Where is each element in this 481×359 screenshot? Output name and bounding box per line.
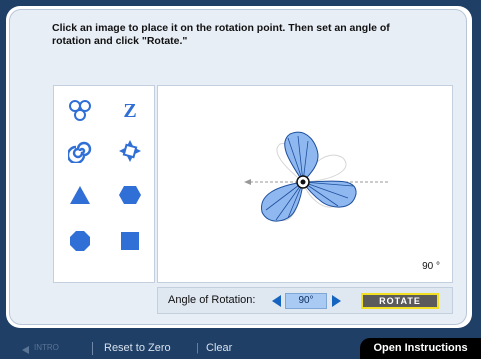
shape-palette: Z	[53, 85, 155, 283]
hexagon-icon[interactable]	[116, 182, 144, 208]
back-arrow-icon	[22, 346, 29, 354]
rotated-trefoil-figure	[244, 131, 388, 222]
angle-label: Angle of Rotation:	[168, 294, 256, 306]
separator	[92, 342, 93, 355]
square-icon[interactable]	[116, 228, 144, 254]
trefoil-icon[interactable]	[66, 98, 94, 124]
bottom-nav-bar: INTRO Reset to Zero | Clear Open Instruc…	[0, 338, 481, 359]
decrease-angle-button[interactable]	[272, 295, 281, 307]
instructions-text: Click an image to place it on the rotati…	[52, 22, 390, 47]
octagon-icon[interactable]	[66, 228, 94, 254]
rotate-button[interactable]: ROTATE	[361, 293, 439, 309]
rotation-controls: Angle of Rotation: 90° ROTATE	[157, 287, 453, 314]
triangle-icon[interactable]	[66, 182, 94, 208]
clear-button[interactable]: Clear	[206, 342, 232, 354]
pinwheel-icon[interactable]	[116, 138, 144, 164]
angle-readout: 90 °	[422, 261, 440, 272]
intro-link[interactable]: INTRO	[34, 343, 59, 352]
separator: |	[196, 342, 199, 354]
letter-z-icon[interactable]: Z	[116, 98, 144, 124]
rotation-canvas[interactable]: 90 °	[157, 85, 453, 283]
increase-angle-button[interactable]	[332, 295, 341, 307]
angle-input[interactable]: 90°	[285, 293, 327, 309]
reset-to-zero-button[interactable]: Reset to Zero	[104, 342, 171, 354]
open-instructions-button[interactable]: Open Instructions	[360, 338, 481, 359]
spiral-icon[interactable]	[66, 138, 94, 164]
